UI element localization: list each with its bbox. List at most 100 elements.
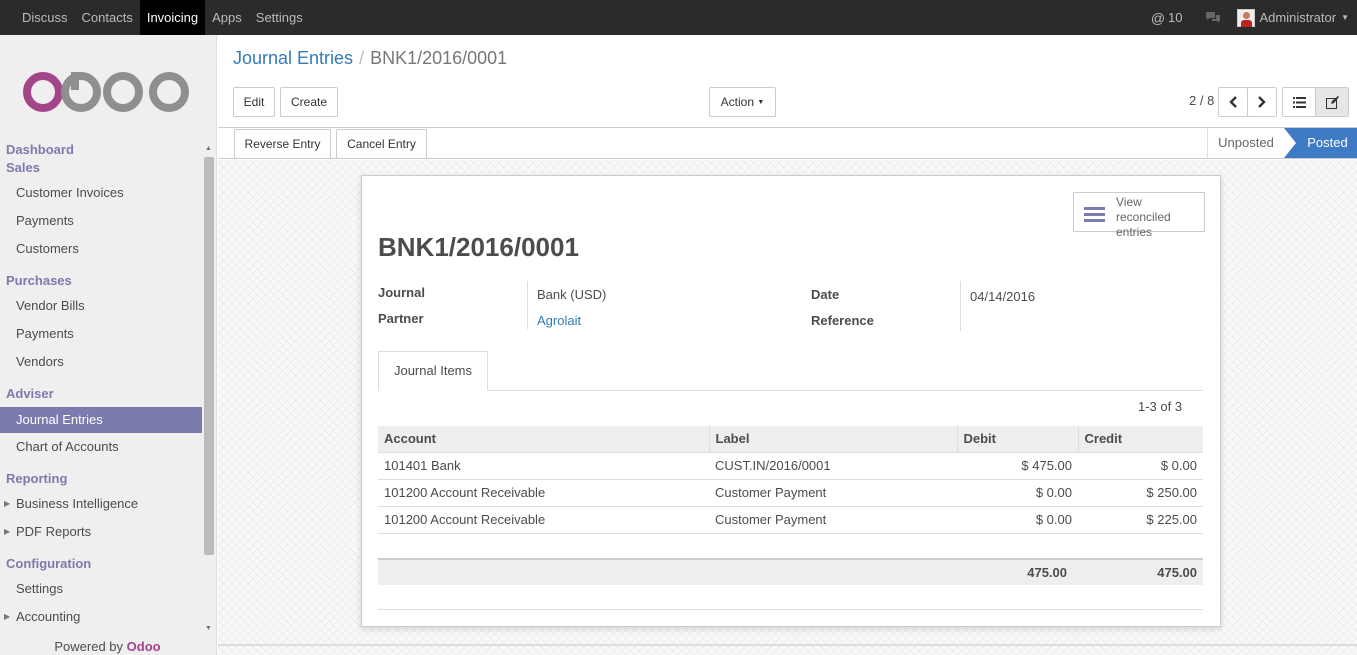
cell-account: 101401 Bank [378,452,709,480]
sidebar-item-label: PDF Reports [16,524,92,539]
sidebar-item-business-intelligence[interactable]: ▶ Business Intelligence [0,491,202,517]
column-header-credit[interactable]: Credit [1078,426,1203,453]
column-header-account[interactable]: Account [378,426,710,453]
breadcrumb-journal-entries[interactable]: Journal Entries [233,48,353,68]
scroll-up-icon[interactable]: ▲ [205,145,212,152]
tab-journal-items[interactable]: Journal Items [378,351,488,391]
action-dropdown[interactable]: Action ▼ [709,87,776,117]
scrollbar-thumb[interactable] [204,157,214,555]
tab-divider [378,390,1203,391]
form-view-button[interactable] [1315,87,1349,117]
cell-account: 101200 Account Receivable [378,479,709,507]
record-pager: 2 / 8 [1189,93,1215,108]
list-pager[interactable]: 1-3 of 3 [1138,399,1182,414]
sheet-divider [378,609,1203,610]
partner-label: Partner [378,311,424,326]
totals-row: 475.00 475.00 [378,558,1203,585]
chevron-right-icon [1258,96,1266,108]
sidebar-item-accounting[interactable]: ▶ Accounting [0,604,202,630]
statusbar: Reverse Entry Cancel Entry Unposted Post… [218,127,1357,159]
cell-credit: $ 0.00 [1078,452,1203,480]
field-divider [960,281,961,331]
list-view-button[interactable] [1282,87,1316,117]
breadcrumb-current: BNK1/2016/0001 [370,48,508,68]
cell-label: Customer Payment [709,479,957,507]
powered-by-text: Powered by [54,639,124,654]
sidebar-item-customers[interactable]: Customers [0,236,202,262]
sidebar-item-pdf-reports[interactable]: ▶ PDF Reports [0,519,202,545]
app-menu-discuss[interactable]: Discuss [15,0,75,35]
sidebar-item-label: Business Intelligence [16,496,139,511]
app-menu-apps[interactable]: Apps [205,0,249,35]
breadcrumb: Journal Entries / BNK1/2016/0001 [233,48,507,69]
chevron-left-icon [1229,96,1237,108]
partner-link[interactable]: Agrolait [537,313,581,328]
section-configuration: Configuration [6,556,92,571]
section-sales: Sales [6,160,40,175]
sidebar-item-customer-invoices[interactable]: Customer Invoices [0,180,202,206]
column-header-label[interactable]: Label [709,426,958,453]
app-menu-settings[interactable]: Settings [249,0,310,35]
chat-button[interactable] [1205,11,1221,24]
mention-icon: @ [1150,9,1166,26]
table-row[interactable]: 101200 Account Receivable Customer Paymen… [378,506,1203,534]
sidebar-item-vendor-bills[interactable]: Vendor Bills [0,293,202,319]
previous-record-button[interactable] [1218,87,1248,117]
scroll-down-icon[interactable]: ▼ [205,625,212,632]
section-purchases: Purchases [6,273,72,288]
edit-button[interactable]: Edit [233,87,275,117]
stage-posted[interactable]: Posted [1284,128,1357,158]
form-view-icon [1325,95,1339,109]
reference-label: Reference [811,313,874,328]
table-row[interactable]: 101401 Bank CUST.IN/2016/0001 $ 475.00 $ 0.… [378,452,1203,480]
powered-by-brand[interactable]: Odoo [127,639,161,654]
caret-down-icon: ▼ [1341,13,1349,22]
sidebar-item-sales-payments[interactable]: Payments [0,208,202,234]
sidebar: ▲ ▼ Dashboard Sales Customer Invoices Pa… [0,35,217,655]
sidebar-item-purchase-payments[interactable]: Payments [0,321,202,347]
cell-debit: $ 475.00 [957,452,1078,480]
app-menu-invoicing[interactable]: Invoicing [139,0,206,35]
user-menu[interactable]: Administrator ▼ [1236,8,1349,27]
chat-icon [1205,12,1220,23]
caret-right-icon: ▶ [4,612,11,621]
odoo-logo [23,72,189,112]
cell-debit: $ 0.00 [957,506,1078,534]
cell-label: CUST.IN/2016/0001 [709,452,957,480]
cell-label: Customer Payment [709,506,957,534]
reconciled-button-label: View reconciled entries [1116,195,1171,239]
avatar [1236,8,1255,27]
create-button[interactable]: Create [280,87,338,117]
user-name: Administrator [1259,10,1337,25]
cell-account: 101200 Account Receivable [378,506,709,534]
caret-right-icon: ▶ [4,499,11,508]
section-dashboard[interactable]: Dashboard [6,142,74,157]
sidebar-item-journal-entries[interactable]: Journal Entries [0,407,202,433]
app-menu-contacts[interactable]: Contacts [75,0,140,35]
section-reporting: Reporting [6,471,68,486]
sidebar-item-vendors[interactable]: Vendors [0,349,202,375]
column-header-debit[interactable]: Debit [957,426,1079,453]
view-reconciled-entries-button[interactable]: View reconciled entries [1073,192,1205,239]
entry-title: BNK1/2016/0001 [378,232,579,262]
sidebar-scrollbar[interactable]: ▲ ▼ [204,145,214,635]
stage-unposted[interactable]: Unposted [1207,128,1284,158]
cancel-entry-button[interactable]: Cancel Entry [336,129,427,159]
cell-credit: $ 250.00 [1078,479,1203,507]
date-label: Date [811,287,840,302]
journal-label: Journal [378,285,425,300]
cell-credit: $ 225.00 [1078,506,1203,534]
mentions-count: 10 [1168,10,1183,25]
top-navbar: Discuss Contacts Invoicing Apps Settings @ 1… [0,0,1357,35]
mentions-button[interactable]: @ 10 [1151,10,1183,26]
sidebar-item-settings[interactable]: Settings [0,576,202,602]
form-sheet: View reconciled entries BNK1/2016/0001 J… [361,175,1221,627]
field-divider [527,281,528,329]
systray: @ 10 Administrator ▼ [1151,0,1357,35]
reverse-entry-button[interactable]: Reverse Entry [234,129,331,159]
sidebar-item-chart-of-accounts[interactable]: Chart of Accounts [0,434,202,460]
powered-by: Powered by Odoo [0,639,215,654]
next-record-button[interactable] [1247,87,1277,117]
table-row[interactable]: 101200 Account Receivable Customer Paymen… [378,479,1203,507]
journal-value: Bank (USD) [537,287,607,302]
